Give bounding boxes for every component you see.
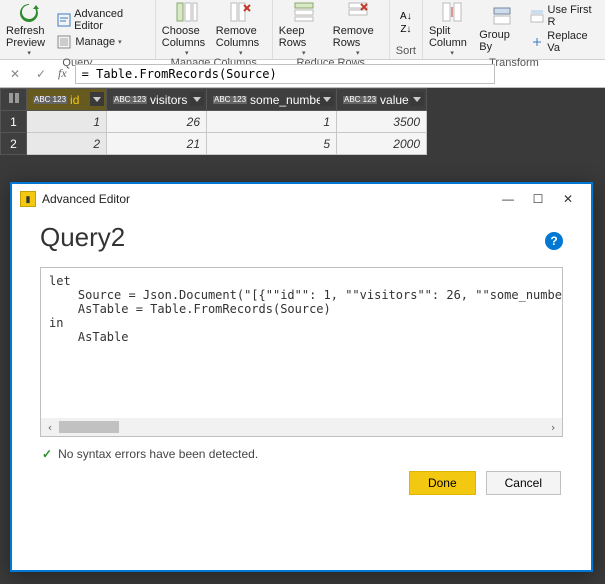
help-icon[interactable]: ? — [545, 232, 563, 250]
remove-rows-icon — [346, 0, 370, 24]
manage-label: Manage — [75, 36, 115, 48]
accept-formula-button[interactable]: ✓ — [32, 65, 50, 83]
maximize-button[interactable]: ☐ — [523, 187, 553, 211]
cell: 21 — [107, 133, 207, 155]
keep-rows-label: Keep Rows — [279, 25, 329, 49]
remove-columns-label: Remove Columns — [216, 25, 266, 49]
fx-label: fx — [58, 66, 67, 81]
ribbon-group-manage-columns: Choose Columns▾ Remove Columns▾ Manage C… — [156, 0, 273, 59]
cell: 26 — [107, 111, 207, 133]
filter-dropdown-icon[interactable] — [190, 92, 204, 106]
type-icon: ABC 123 — [113, 96, 147, 104]
use-first-icon — [530, 8, 545, 24]
choose-columns-icon — [175, 0, 199, 24]
dialog-title: Advanced Editor — [42, 192, 493, 206]
syntax-status-text: No syntax errors have been detected. — [58, 447, 258, 461]
keep-rows-button[interactable]: Keep Rows▾ — [279, 0, 329, 57]
ribbon: Refresh Preview ▾ Advanced Editor Manage… — [0, 0, 605, 60]
filter-dropdown-icon[interactable] — [90, 92, 104, 106]
group-by-icon — [490, 4, 514, 28]
advanced-editor-icon — [56, 12, 71, 28]
table-row[interactable]: 1 1 26 1 3500 — [1, 111, 427, 133]
app-logo-icon: ▮ — [20, 191, 36, 207]
cell: 1 — [27, 111, 107, 133]
manage-icon — [56, 34, 72, 50]
code-text: let Source = Json.Document("[{""id"": 1,… — [49, 274, 563, 344]
advanced-editor-dialog: ▮ Advanced Editor — ☐ ✕ Query2 ? let Sou… — [10, 182, 593, 572]
column-header-some-number[interactable]: ABC 123some_number — [207, 89, 337, 111]
syntax-status: ✓ No syntax errors have been detected. — [40, 437, 563, 471]
scroll-left-icon[interactable]: ‹ — [41, 421, 59, 434]
close-button[interactable]: ✕ — [553, 187, 583, 211]
group-by-label: Group By — [479, 29, 525, 53]
data-preview: ABC 123id ABC 123visitors ABC 123some_nu… — [0, 88, 427, 155]
split-column-icon — [440, 0, 464, 24]
filter-dropdown-icon[interactable] — [320, 92, 334, 106]
column-header-visitors[interactable]: ABC 123visitors — [107, 89, 207, 111]
ribbon-group-label: Sort — [396, 45, 416, 59]
replace-values-button[interactable]: Replace Va — [530, 30, 599, 54]
horizontal-scrollbar[interactable]: ‹ › — [41, 418, 562, 436]
cell: 5 — [207, 133, 337, 155]
sort-asc-button[interactable]: A↓ — [400, 11, 412, 22]
preview-table: ABC 123id ABC 123visitors ABC 123some_nu… — [0, 88, 427, 155]
remove-columns-icon — [229, 0, 253, 24]
cell: 2000 — [337, 133, 427, 155]
use-first-row-button[interactable]: Use First R — [530, 4, 599, 28]
ribbon-group-sort: A↓ Z↓ Sort — [390, 0, 423, 59]
refresh-preview-button[interactable]: Refresh Preview ▾ — [6, 0, 52, 57]
remove-rows-label: Remove Rows — [333, 25, 383, 49]
ribbon-group-transform: Split Column▾ Group By Use First R Repla… — [423, 0, 605, 59]
cell: 3500 — [337, 111, 427, 133]
column-name: id — [70, 93, 79, 107]
advanced-editor-label: Advanced Editor — [74, 8, 149, 32]
use-first-label: Use First R — [548, 4, 599, 28]
table-row[interactable]: 2 2 21 5 2000 — [1, 133, 427, 155]
ribbon-group-query: Refresh Preview ▾ Advanced Editor Manage… — [0, 0, 156, 59]
replace-values-icon — [530, 34, 545, 50]
type-icon: ABC 123 — [33, 96, 67, 104]
row-number: 2 — [1, 133, 27, 155]
query-name-heading: Query2 — [40, 222, 563, 253]
column-name: some_number — [250, 93, 327, 107]
refresh-preview-label: Refresh Preview — [6, 25, 52, 49]
scroll-thumb[interactable] — [59, 421, 119, 433]
sort-desc-button[interactable]: Z↓ — [400, 24, 411, 35]
type-icon: ABC 123 — [343, 96, 377, 104]
row-number: 1 — [1, 111, 27, 133]
remove-columns-button[interactable]: Remove Columns▾ — [216, 0, 266, 57]
split-column-button[interactable]: Split Column▾ — [429, 0, 475, 57]
column-header-value[interactable]: ABC 123value — [337, 89, 427, 111]
column-name: value — [380, 93, 409, 107]
cancel-formula-button[interactable]: ✕ — [6, 65, 24, 83]
cell: 1 — [207, 111, 337, 133]
split-column-label: Split Column — [429, 25, 475, 49]
manage-button[interactable]: Manage ▾ — [56, 34, 148, 50]
scroll-right-icon[interactable]: › — [544, 421, 562, 434]
code-editor[interactable]: let Source = Json.Document("[{""id"": 1,… — [40, 267, 563, 437]
column-header-id[interactable]: ABC 123id — [27, 89, 107, 111]
cell: 2 — [27, 133, 107, 155]
filter-dropdown-icon[interactable] — [410, 92, 424, 106]
corner-cell[interactable] — [1, 89, 27, 111]
minimize-button[interactable]: — — [493, 187, 523, 211]
replace-values-label: Replace Va — [547, 30, 599, 54]
cancel-button[interactable]: Cancel — [486, 471, 561, 495]
check-icon: ✓ — [42, 447, 52, 461]
column-name: visitors — [150, 93, 187, 107]
remove-rows-button[interactable]: Remove Rows▾ — [333, 0, 383, 57]
dialog-titlebar[interactable]: ▮ Advanced Editor — ☐ ✕ — [12, 184, 591, 214]
done-button[interactable]: Done — [409, 471, 476, 495]
ribbon-group-reduce-rows: Keep Rows▾ Remove Rows▾ Reduce Rows — [273, 0, 390, 59]
keep-rows-icon — [292, 0, 316, 24]
choose-columns-button[interactable]: Choose Columns▾ — [162, 0, 212, 57]
advanced-editor-button[interactable]: Advanced Editor — [56, 8, 148, 32]
type-icon: ABC 123 — [213, 96, 247, 104]
choose-columns-label: Choose Columns — [162, 25, 212, 49]
group-by-button[interactable]: Group By — [479, 4, 525, 53]
formula-input[interactable] — [75, 64, 495, 84]
refresh-icon — [17, 0, 41, 24]
